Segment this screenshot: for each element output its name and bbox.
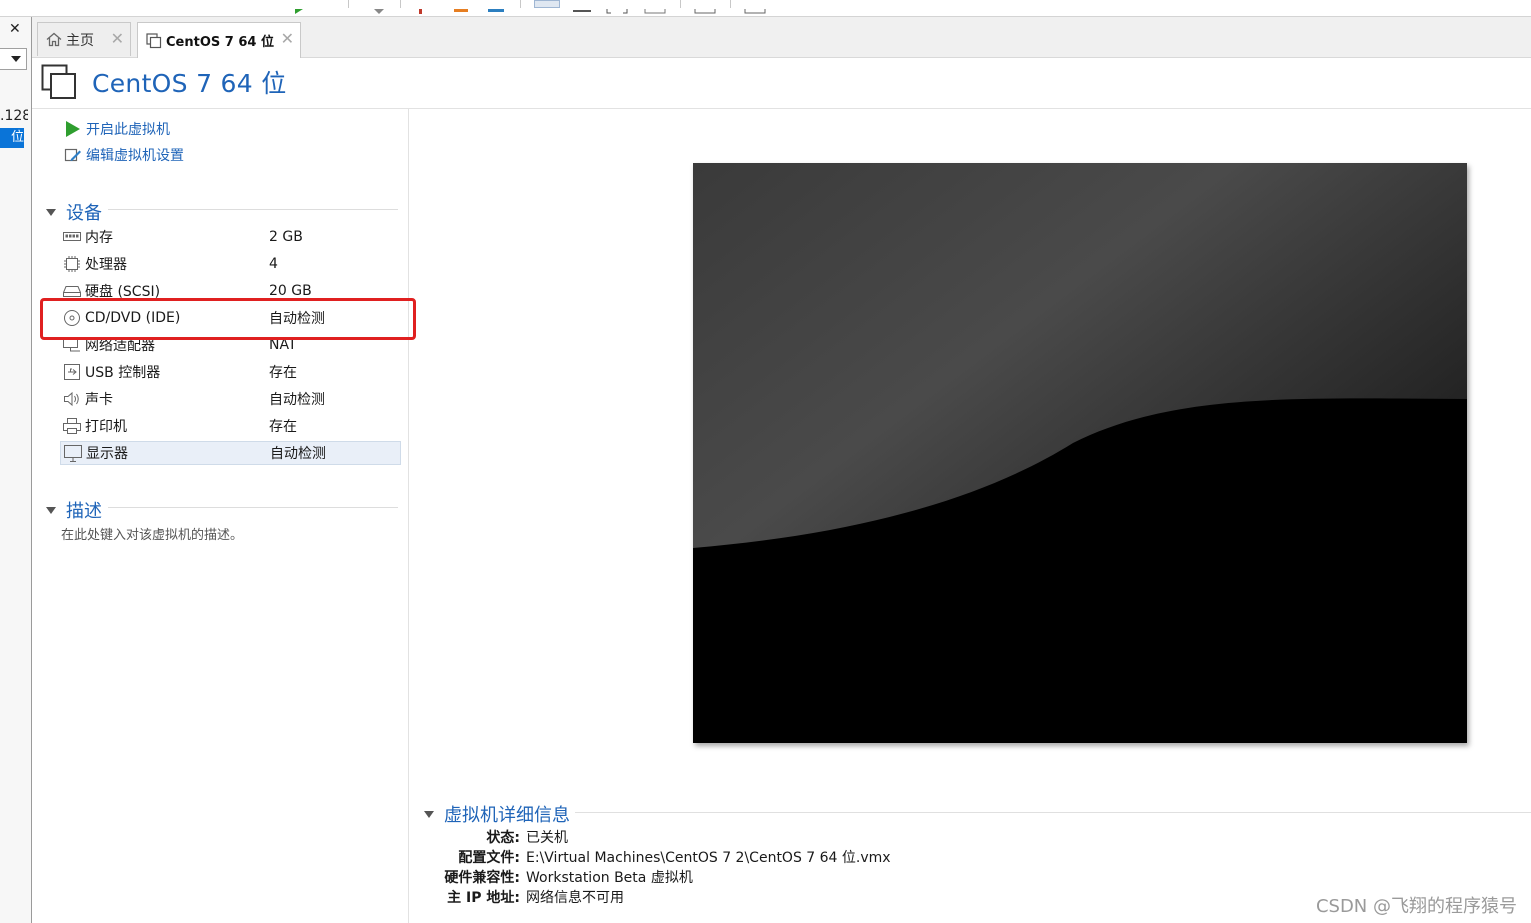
thumbnail-bar-toolbar-icon[interactable]: [572, 0, 592, 12]
detail-value: Workstation Beta 虚拟机: [526, 870, 693, 886]
toolbar-separator: [400, 0, 401, 8]
edit-vm-settings-label: 编辑虚拟机设置: [86, 148, 184, 164]
sound-card-icon: [63, 390, 81, 408]
vm-icon: [146, 32, 162, 49]
detail-value: 网络信息不可用: [526, 890, 624, 906]
device-name: 显示器: [86, 446, 128, 462]
unity-toolbar-icon[interactable]: [644, 0, 666, 14]
vm-summary-panel: 开启此虚拟机 编辑虚拟机设置 设备 内存 2 GB 处理器 4 硬盘 (SCSI…: [32, 109, 409, 923]
toolbar-separator: [680, 0, 681, 8]
detail-key: 配置文件:: [458, 850, 520, 866]
manage-snapshots-toolbar-icon[interactable]: [486, 0, 506, 12]
section-divider: [108, 507, 398, 508]
edit-settings-icon: [64, 146, 82, 164]
close-library-icon[interactable]: ✕: [9, 22, 21, 36]
power-on-toolbar-icon[interactable]: [295, 0, 305, 14]
power-on-vm-link[interactable]: 开启此虚拟机: [64, 119, 170, 139]
device-name: 内存: [85, 230, 113, 246]
printer-icon: [63, 417, 81, 435]
watermark: CSDN @飞翔的程序猿号: [1315, 896, 1517, 917]
devices-section-title: 设备: [66, 203, 102, 224]
device-row-display[interactable]: 显示器 自动检测: [60, 441, 401, 465]
detail-value: 已关机: [526, 830, 568, 846]
display-icon: [64, 444, 82, 462]
tab-centos-label: CentOS 7 64 位: [166, 35, 274, 50]
chevron-down-icon: [11, 56, 21, 62]
device-name: 处理器: [85, 257, 127, 273]
play-icon: [64, 120, 82, 138]
description-section-header[interactable]: 描述: [46, 497, 102, 523]
section-divider: [108, 209, 398, 210]
take-snapshot-toolbar-icon[interactable]: [452, 0, 470, 12]
device-value: 4: [269, 256, 278, 272]
description-section-title: 描述: [66, 501, 102, 522]
vm-title: CentOS 7 64 位: [92, 69, 287, 98]
library-panel: ✕ .128 位: [0, 17, 32, 923]
device-row-printer[interactable]: 打印机 存在: [60, 414, 401, 438]
power-on-vm-label: 开启此虚拟机: [86, 122, 170, 138]
collapse-triangle-icon: [46, 208, 56, 216]
close-icon[interactable]: ✕: [111, 31, 124, 47]
device-value: 自动检测: [269, 392, 325, 408]
detail-key: 主 IP 地址:: [447, 890, 520, 906]
tab-home-label: 主页: [66, 32, 94, 49]
device-name: 声卡: [85, 392, 113, 408]
library-tree-item[interactable]: .128: [0, 108, 28, 124]
library-tree-item-selected[interactable]: 位: [0, 128, 24, 148]
device-value: 存在: [269, 419, 297, 435]
toolbar-separator: [348, 0, 349, 8]
vm-details-section-header[interactable]: 虚拟机详细信息: [424, 801, 570, 827]
device-name: USB 控制器: [85, 365, 161, 381]
detail-key: 硬件兼容性:: [444, 870, 520, 886]
console-view-toolbar-icon[interactable]: [694, 0, 716, 14]
device-value: 20 GB: [269, 283, 312, 299]
device-row-memory[interactable]: 内存 2 GB: [60, 225, 401, 249]
vm-preview[interactable]: [693, 163, 1467, 743]
collapse-triangle-icon: [46, 506, 56, 514]
vm-details-section-title: 虚拟机详细信息: [444, 805, 570, 826]
collapse-triangle-icon: [424, 810, 434, 818]
description-field[interactable]: 在此处键入对该虚拟机的描述。: [61, 524, 243, 543]
toolbar-separator: [520, 0, 521, 8]
device-row-processor[interactable]: 处理器 4: [60, 252, 401, 276]
toolbar-separator: [730, 0, 731, 8]
device-value: 自动检测: [270, 446, 326, 462]
detail-value: E:\Virtual Machines\CentOS 7 2\CentOS 7 …: [526, 850, 891, 866]
device-value: 2 GB: [269, 229, 303, 245]
detail-key: 状态:: [486, 830, 520, 846]
vm-preview-image: [693, 163, 1467, 743]
full-screen-toolbar-icon[interactable]: [606, 0, 628, 14]
revert-snapshot-toolbar-icon[interactable]: [418, 0, 430, 14]
memory-icon: [63, 228, 81, 246]
show-library-toolbar-icon[interactable]: [534, 0, 560, 8]
snapshot-toolbar-icon[interactable]: [372, 0, 386, 14]
close-icon[interactable]: ✕: [281, 31, 294, 47]
toolbar: [0, 0, 1531, 17]
device-name: 打印机: [85, 419, 127, 435]
cpu-icon: [63, 255, 81, 273]
devices-section-header[interactable]: 设备: [46, 199, 102, 225]
tab-home[interactable]: 主页 ✕: [37, 22, 131, 56]
device-row-sound-card[interactable]: 声卡 自动检测: [60, 387, 401, 411]
library-search-dropdown[interactable]: [0, 48, 27, 70]
device-value: 存在: [269, 365, 297, 381]
highlight-box: [40, 298, 416, 340]
vm-icon: [41, 64, 77, 100]
edit-vm-settings-link[interactable]: 编辑虚拟机设置: [64, 145, 184, 165]
usb-icon: [63, 363, 81, 381]
section-divider: [575, 812, 1531, 813]
stretch-guest-toolbar-icon[interactable]: [744, 0, 766, 14]
home-icon: [46, 32, 62, 47]
vm-header: CentOS 7 64 位: [32, 58, 1531, 109]
device-row-usb[interactable]: USB 控制器 存在: [60, 360, 401, 384]
tab-centos[interactable]: CentOS 7 64 位 ✕: [137, 22, 301, 58]
tab-bar: 主页 ✕ CentOS 7 64 位 ✕: [32, 17, 1531, 58]
